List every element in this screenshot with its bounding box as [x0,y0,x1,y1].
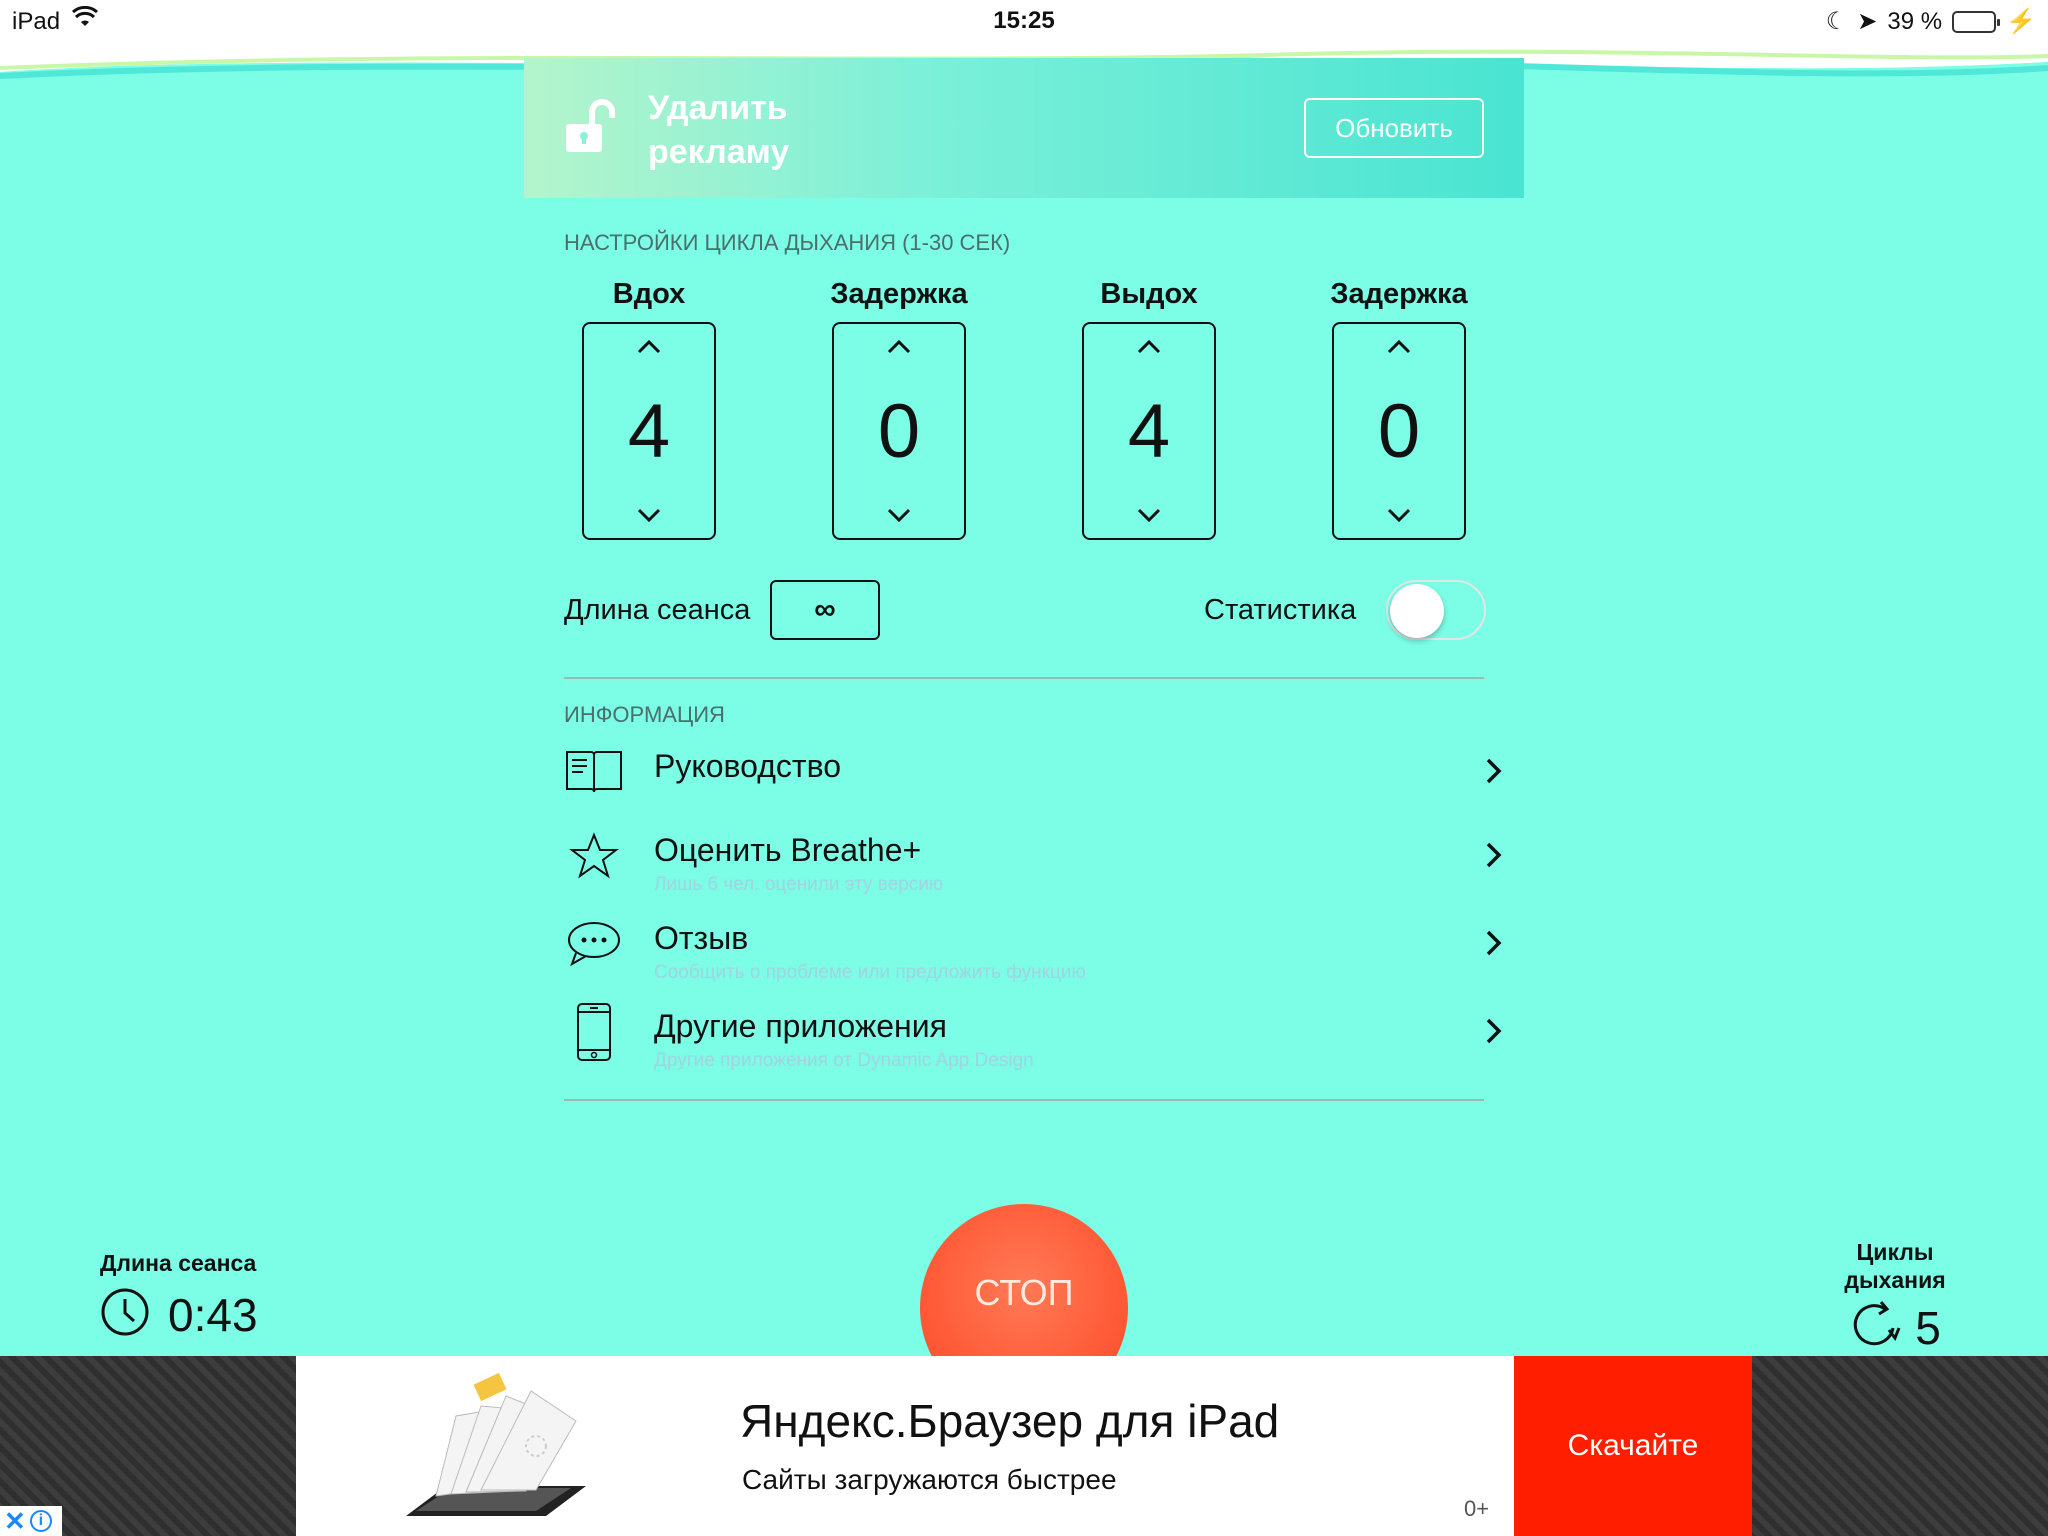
moon-icon: ☾ [1825,8,1848,35]
charging-icon: ⚡ [2006,8,2036,35]
chevron-right-icon [1484,1016,1504,1051]
session-length-value: 0:43 [168,1288,258,1341]
bottom-ad-banner[interactable]: Яндекс.Браузер для iPad Сайты загружаютс… [296,1356,1752,1536]
chevron-up-icon[interactable] [834,338,964,356]
stepper-label: Задержка [830,278,968,310]
update-button[interactable]: Обновить [1304,98,1484,158]
info-header: ИНФОРМАЦИЯ [564,702,725,727]
stepper-box: 0 [1332,322,1466,540]
stepper-value[interactable]: 4 [1084,388,1214,475]
stepper-hold-1: Задержка 0 [799,272,999,540]
session-length-stat: Длина сеанса 0:43 [100,1250,258,1342]
stepper-box: 4 [1082,322,1216,540]
ad-headline: Яндекс.Браузер для iPad [740,1395,1280,1447]
info-item-subtitle: Другие приложения от Dynamic App Design [654,1050,1034,1071]
chevron-down-icon[interactable] [584,506,714,524]
close-icon[interactable]: ✕ [4,1508,26,1534]
statistics-label: Статистика [1204,594,1357,626]
phone-icon [564,1002,624,1062]
refresh-cycle-icon [1849,1298,1903,1357]
chevron-up-icon[interactable] [1334,338,1464,356]
location-arrow-icon: ➤ [1857,8,1878,35]
stepper-value[interactable]: 0 [1334,388,1464,475]
stepper-box: 4 [582,322,716,540]
browser-ad-image [396,1366,596,1531]
chevron-right-icon [1484,928,1504,963]
book-icon [564,742,624,802]
stepper-label: Выдох [1100,278,1198,310]
info-item-guide[interactable]: Руководство [564,742,1504,822]
divider [564,677,1484,679]
session-length-label: Длина сеанса [564,594,751,626]
remove-ads-title: Удалить рекламу [648,89,790,171]
chevron-up-icon[interactable] [1084,338,1214,356]
status-bar: iPad 15:25 ☾ ➤ 39 % ⚡ [0,0,2048,42]
info-item-feedback[interactable]: Отзыв Сообщить о проблеме или предложить… [564,914,1504,994]
status-time: 15:25 [993,7,1055,34]
toggle-knob [1390,584,1444,638]
stepper-value[interactable]: 0 [834,388,964,475]
chevron-up-icon[interactable] [584,338,714,356]
statistics-toggle[interactable] [1386,580,1486,640]
star-icon [564,826,624,886]
info-item-title: Другие приложения [654,1008,947,1044]
chevron-down-icon[interactable] [1334,506,1464,524]
info-item-title: Отзыв [654,920,749,956]
breath-settings-header: НАСТРОЙКИ ЦИКЛА ДЫХАНИЯ (1-30 СЕК) [564,230,1011,255]
ad-choices[interactable]: ✕ i [0,1506,62,1536]
info-item-title: Руководство [654,748,841,784]
stepper-value[interactable]: 4 [584,388,714,475]
chevron-right-icon [1484,840,1504,875]
info-icon[interactable]: i [29,1510,52,1532]
session-length-selector[interactable]: ∞ [770,580,880,640]
session-length-stat-label: Длина сеанса [100,1250,257,1276]
clock-icon [100,1287,150,1342]
info-item-subtitle: Сообщить о проблеме или предложить функц… [654,962,1086,983]
chevron-right-icon [1484,756,1504,791]
stepper-hold-2: Задержка 0 [1299,272,1499,540]
info-item-rate[interactable]: Оценить Breathe+ Лишь 6 чел. оценили эту… [564,826,1504,906]
chevron-down-icon[interactable] [1084,506,1214,524]
chat-bubble-icon [564,914,624,974]
ad-download-button[interactable]: Скачайте [1514,1356,1752,1536]
breath-cycles-value: 5 [1915,1301,1941,1354]
battery-icon [1952,10,2001,33]
stepper-box: 0 [832,322,966,540]
info-item-other-apps[interactable]: Другие приложения Другие приложения от D… [564,1002,1504,1082]
breath-cycles-stat: Циклы дыхания 5 [1820,1238,1970,1357]
battery-percent: 39 % [1887,7,1943,35]
breath-cycles-label: Циклы дыхания [1844,1239,1946,1293]
age-rating: 0+ [1464,1496,1490,1521]
stepper-exhale: Выдох 4 [1049,272,1249,540]
stepper-inhale: Вдох 4 [549,272,749,540]
status-right: ☾ ➤ 39 % ⚡ [1826,7,2036,36]
session-row: Длина сеанса ∞ Статистика [564,580,1486,640]
divider [564,1099,1484,1101]
chevron-down-icon[interactable] [834,506,964,524]
stepper-label: Вдох [612,278,686,310]
ad-subline: Сайты загружаются быстрее [742,1464,1117,1495]
unlock-icon [562,96,616,161]
info-item-title: Оценить Breathe+ [654,832,922,868]
breath-steppers: Вдох 4 Задержка 0 Выдох 4 Задержка 0 [564,272,1484,572]
remove-ads-banner[interactable]: Удалить рекламу Обновить [524,58,1524,198]
stepper-label: Задержка [1330,278,1468,310]
info-item-subtitle: Лишь 6 чел. оценили эту версию [654,874,944,895]
